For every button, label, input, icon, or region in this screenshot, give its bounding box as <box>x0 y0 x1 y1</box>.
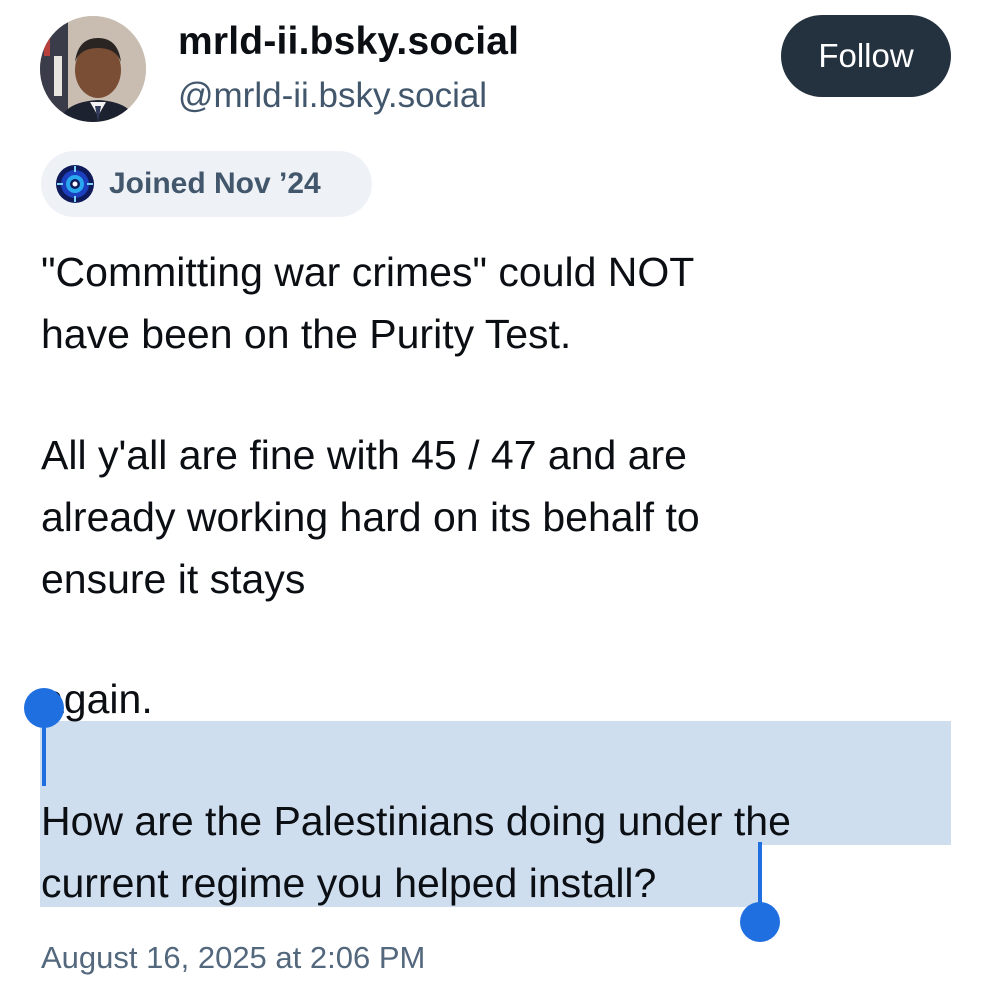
post-text-line: All y'all are fine with 45 / 47 and are <box>41 432 687 478</box>
selection-end-handle[interactable] <box>740 902 780 942</box>
user-avatar[interactable] <box>40 16 146 122</box>
follow-button[interactable]: Follow <box>781 15 951 97</box>
joined-badge[interactable]: Joined Nov ’24 <box>41 151 372 217</box>
user-handle[interactable]: @mrld-ii.bsky.social <box>178 76 487 116</box>
post-timestamp: August 16, 2025 at 2:06 PM <box>41 940 426 975</box>
post-author-header: mrld-ii.bsky.social @mrld-ii.bsky.social… <box>0 0 992 130</box>
post-text-line: already working hard on its behalf to <box>41 494 700 540</box>
post-text-line: "Committing war crimes" could NOT <box>41 249 695 295</box>
post-text-line: How are the Palestinians doing under the <box>41 798 791 844</box>
joined-date-label: Joined Nov ’24 <box>109 167 321 200</box>
display-name[interactable]: mrld-ii.bsky.social <box>178 20 519 64</box>
post-text-line: have been on the Purity Test. <box>41 311 572 357</box>
selection-start-handle[interactable] <box>24 688 64 728</box>
post-text-line: ensure it stays <box>41 556 306 602</box>
starter-pack-icon <box>56 165 94 203</box>
post-text-line: current regime you helped install? <box>41 860 657 906</box>
